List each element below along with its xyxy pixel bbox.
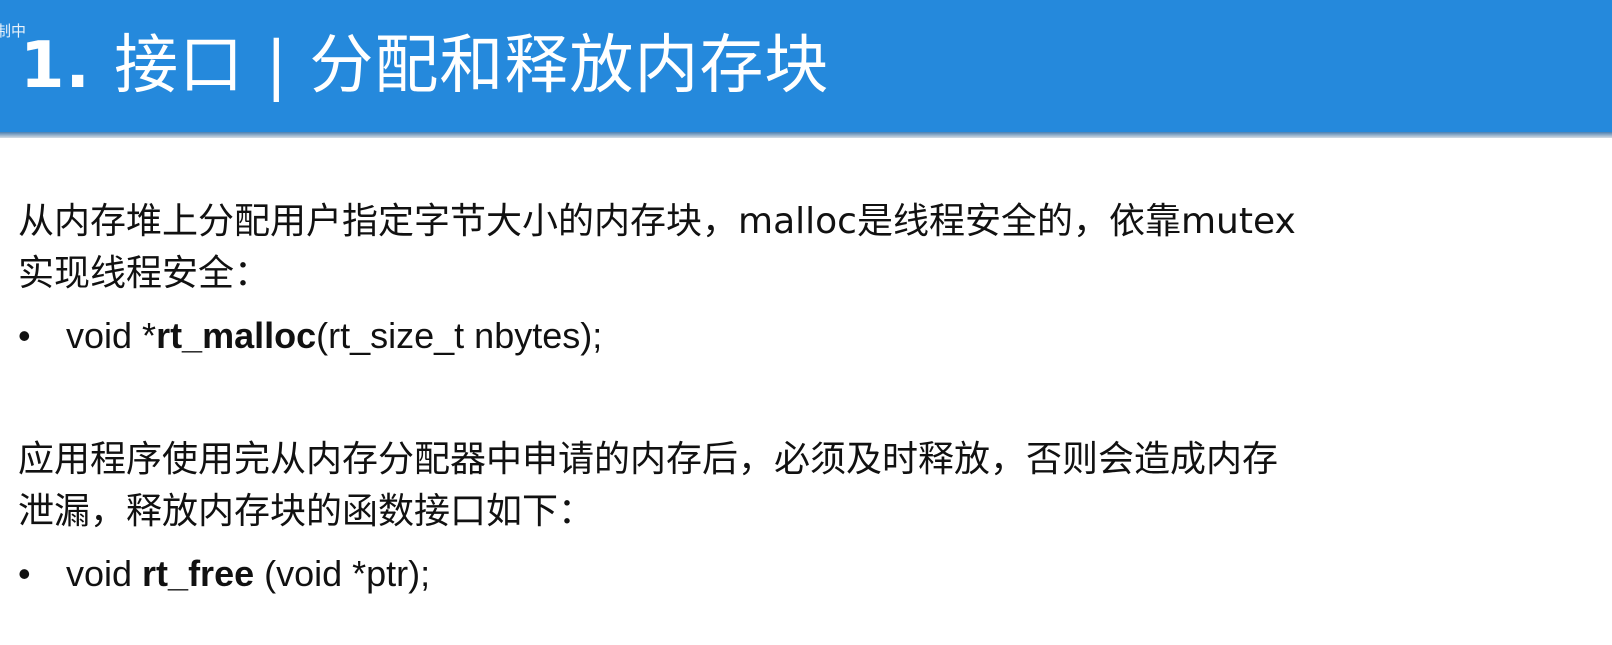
title-number: 1. [20, 29, 91, 103]
header-divider [0, 132, 1612, 138]
code-prefix: void [66, 553, 143, 594]
bullet-rt-free: • void rt_free (void *ptr); [18, 553, 430, 595]
bullet-icon: • [18, 553, 31, 594]
code-prefix: void * [66, 315, 157, 356]
code-suffix: (rt_size_t nbytes); [316, 315, 603, 356]
bullet-icon: • [18, 315, 31, 356]
title-text: 接口 | 分配和释放内存块 [114, 29, 830, 103]
paragraph-malloc: 从内存堆上分配用户指定字节大小的内存块，malloc是线程安全的，依靠mutex… [18, 196, 1296, 300]
paragraph-free: 应用程序使用完从内存分配器中申请的内存后，必须及时释放，否则会造成内存 泄漏，释… [18, 434, 1278, 538]
slide-header: 制中 1. 接口 | 分配和释放内存块 [0, 0, 1612, 132]
paragraph-line: 从内存堆上分配用户指定字节大小的内存块，malloc是线程安全的，依靠mutex [18, 201, 1296, 242]
paragraph-line: 泄漏，释放内存块的函数接口如下： [18, 491, 595, 532]
function-name: rt_malloc [156, 315, 317, 356]
paragraph-line: 应用程序使用完从内存分配器中申请的内存后，必须及时释放，否则会造成内存 [18, 439, 1279, 480]
function-name: rt_free [142, 553, 255, 594]
bullet-rt-malloc: • void *rt_malloc(rt_size_t nbytes); [18, 315, 602, 357]
paragraph-line: 实现线程安全： [18, 253, 271, 294]
slide-title: 1. 接口 | 分配和释放内存块 [20, 14, 829, 106]
code-suffix: (void *ptr); [254, 553, 431, 594]
